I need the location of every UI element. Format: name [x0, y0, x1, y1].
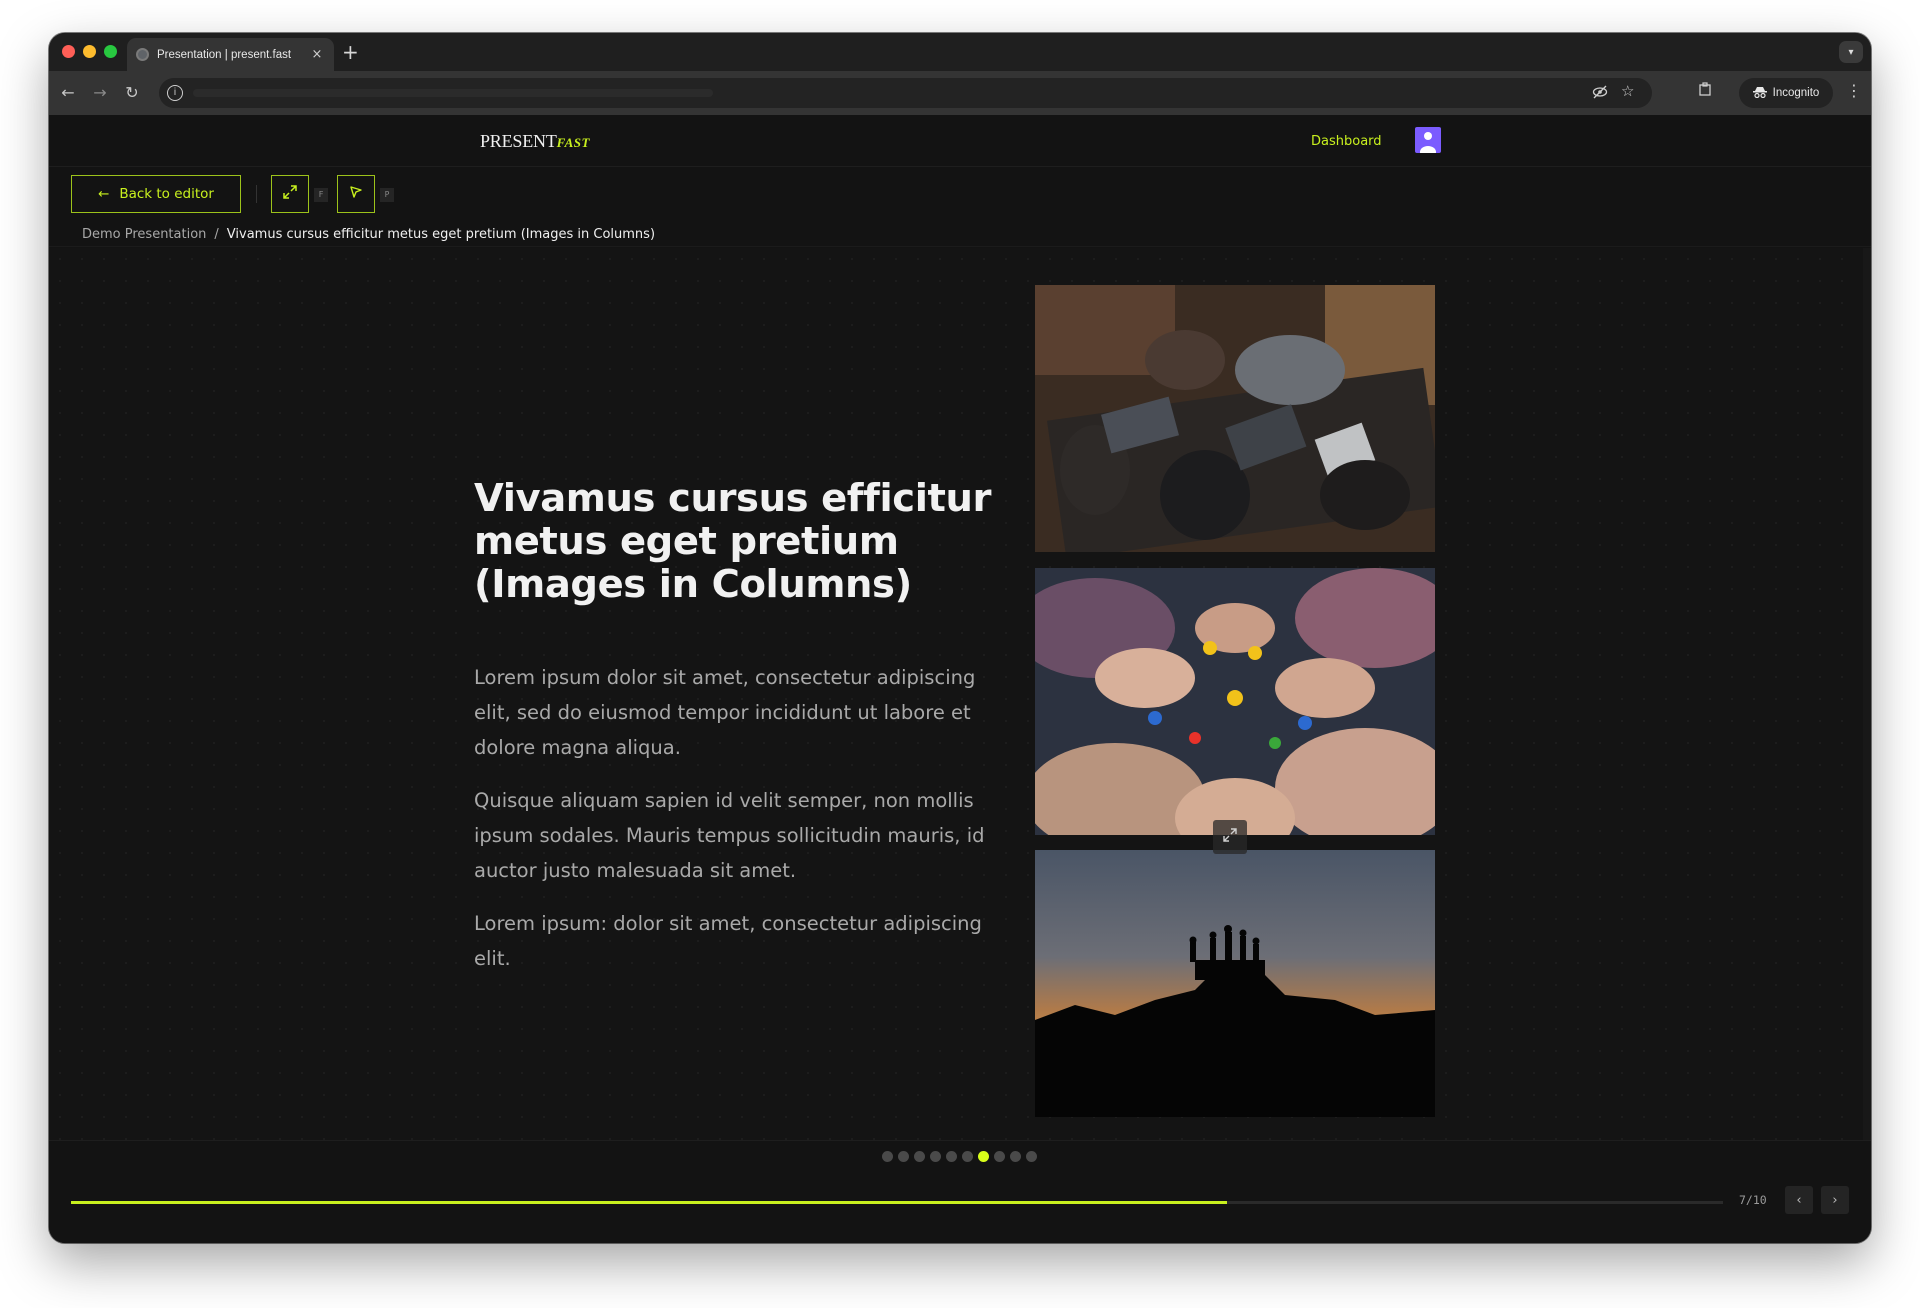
pointer-shortcut-key: P	[380, 188, 394, 202]
cursor-pointer-icon	[349, 185, 363, 203]
slide-dot-3[interactable]	[914, 1151, 925, 1162]
silhouettes-on-mountain-sunset-photo[interactable]	[1035, 850, 1435, 1117]
browser-window: Presentation | present.fast × + ▾ ← → ↻ …	[49, 33, 1871, 1243]
breadcrumb-slide: Vivamus cursus efficitur metus eget pret…	[226, 227, 656, 242]
slide-paragraph-1: Lorem ipsum dolor sit amet, consectetur …	[474, 666, 976, 759]
user-avatar[interactable]	[1415, 127, 1441, 153]
slide-dot-7[interactable]	[978, 1151, 989, 1162]
dashboard-link[interactable]: Dashboard	[1311, 134, 1382, 149]
logo-main: PRESENT	[480, 131, 557, 151]
more-menu-icon[interactable]: ⋮	[1846, 81, 1862, 100]
new-tab-button[interactable]: +	[342, 40, 359, 64]
next-slide-button[interactable]: ›	[1821, 1186, 1849, 1214]
app-header: PRESENTFAST Dashboard	[49, 115, 1871, 167]
slide-dot-4[interactable]	[930, 1151, 941, 1162]
expand-icon	[1223, 828, 1237, 846]
slide-pagination-dots	[882, 1151, 1037, 1162]
divider	[256, 185, 257, 203]
incognito-label: Incognito	[1772, 87, 1820, 99]
progress-bar	[71, 1201, 1723, 1204]
tab-title: Presentation | present.fast	[157, 48, 292, 61]
incognito-icon	[1752, 86, 1767, 101]
slide-paragraph-2: Quisque aliquam sapien id velit semper, …	[474, 789, 985, 882]
globe-icon	[136, 48, 149, 61]
logo-accent: FAST	[556, 135, 590, 150]
back-to-editor-button[interactable]: ← Back to editor	[71, 175, 241, 213]
presentation-app: PRESENTFAST Dashboard ← Back to editor F	[49, 115, 1871, 1243]
arrow-left-icon: ←	[98, 186, 110, 202]
chevron-right-icon: ›	[1832, 1192, 1838, 1208]
info-icon[interactable]: i	[167, 85, 183, 101]
back-arrow-icon[interactable]: ←	[57, 82, 79, 104]
reload-icon[interactable]: ↻	[121, 82, 143, 104]
slide-paragraph-3: Lorem ipsum: dolor sit amet, consectetur…	[474, 912, 982, 970]
previous-slide-button[interactable]: ‹	[1785, 1186, 1813, 1214]
avatar-body	[1420, 146, 1436, 153]
expand-image-button[interactable]	[1213, 820, 1247, 854]
slide-dot-5[interactable]	[946, 1151, 957, 1162]
fullscreen-shortcut-key: F	[314, 188, 328, 202]
slide-canvas: Vivamus cursus efficitur metus eget pret…	[49, 248, 1863, 1140]
star-icon[interactable]: ☆	[1621, 82, 1634, 100]
logo[interactable]: PRESENTFAST	[480, 131, 590, 152]
url-text	[193, 89, 713, 97]
extensions-icon[interactable]	[1698, 82, 1713, 101]
slide-dot-9[interactable]	[1010, 1151, 1021, 1162]
address-bar[interactable]: i ☆	[159, 78, 1652, 108]
close-icon[interactable]: ×	[309, 47, 325, 62]
fullscreen-button[interactable]	[271, 175, 309, 213]
breadcrumb: Demo Presentation / Vivamus cursus effic…	[82, 227, 655, 242]
presentation-controls: ← Back to editor F P Demo Presentation /…	[49, 167, 1871, 247]
browser-toolbar: ← → ↻ i ☆ Incognito ⋮	[49, 71, 1871, 115]
slide-footer: 7/10 ‹ ›	[49, 1140, 1871, 1243]
slide-dot-6[interactable]	[962, 1151, 973, 1162]
breadcrumb-separator: /	[214, 227, 219, 242]
incognito-badge[interactable]: Incognito	[1739, 78, 1833, 108]
chevron-down-icon[interactable]: ▾	[1839, 41, 1863, 63]
avatar-head	[1424, 132, 1432, 140]
forward-arrow-icon[interactable]: →	[89, 82, 111, 104]
tab-strip: Presentation | present.fast × + ▾	[49, 33, 1871, 71]
page-counter: 7/10	[1739, 1193, 1767, 1207]
eye-off-icon[interactable]	[1592, 84, 1608, 104]
minimize-window-button[interactable]	[83, 45, 96, 58]
slide-dot-8[interactable]	[994, 1151, 1005, 1162]
team-working-at-laptops-photo[interactable]	[1035, 285, 1435, 552]
progress-fill	[71, 1201, 1228, 1204]
hands-holding-lego-figures-photo[interactable]	[1035, 568, 1435, 835]
chevron-left-icon: ‹	[1796, 1192, 1802, 1208]
expand-icon	[283, 185, 297, 203]
pointer-button[interactable]	[337, 175, 375, 213]
slide-title: Vivamus cursus efficitur metus eget pret…	[474, 476, 992, 607]
slide-dot-2[interactable]	[898, 1151, 909, 1162]
back-to-editor-label: Back to editor	[119, 186, 214, 202]
browser-tab[interactable]: Presentation | present.fast ×	[127, 38, 334, 71]
slide-dot-1[interactable]	[882, 1151, 893, 1162]
breadcrumb-presentation[interactable]: Demo Presentation	[82, 227, 206, 242]
close-window-button[interactable]	[62, 45, 75, 58]
maximize-window-button[interactable]	[104, 45, 117, 58]
scrollbar[interactable]	[1863, 248, 1871, 1140]
slide-dot-10[interactable]	[1026, 1151, 1037, 1162]
